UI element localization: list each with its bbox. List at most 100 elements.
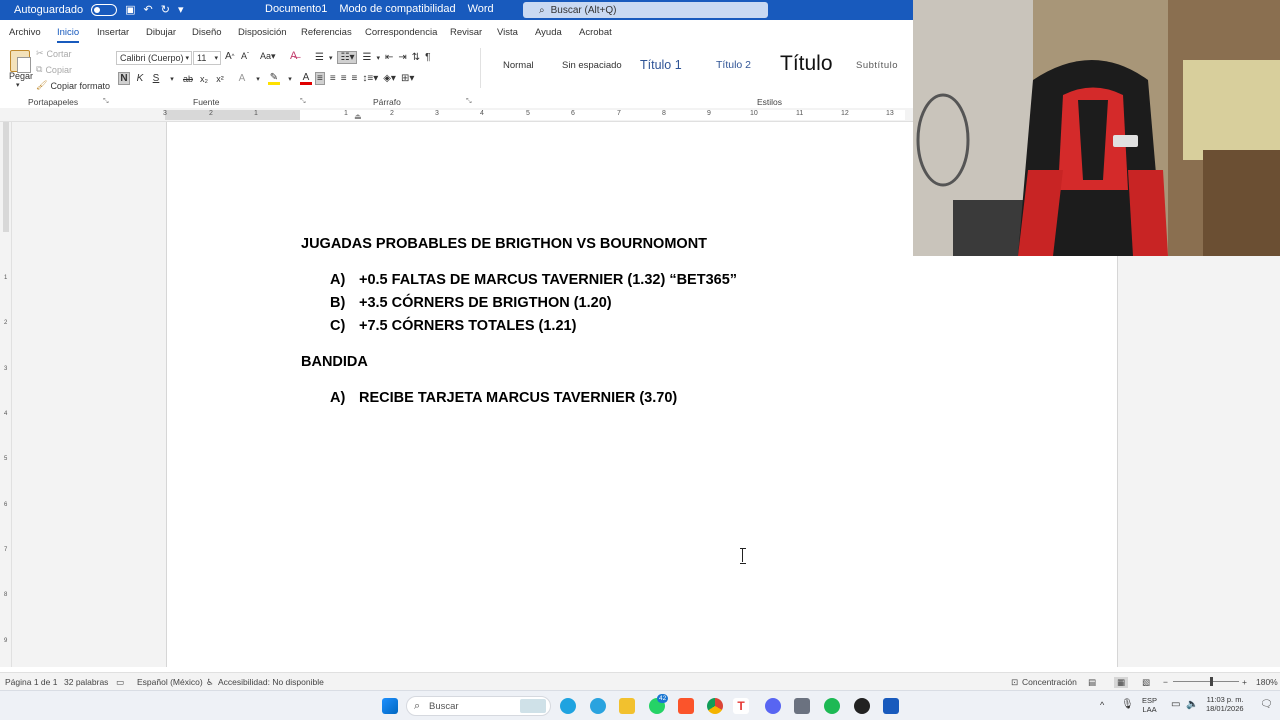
telegram-icon[interactable] [590, 698, 606, 714]
font-size-select[interactable]: 11 ▾ [193, 51, 221, 65]
spotify-icon[interactable] [824, 698, 840, 714]
show-marks-icon[interactable]: ¶ [425, 52, 430, 63]
windows-start-icon[interactable] [382, 698, 398, 714]
bullets-icon[interactable]: ☰ [315, 52, 324, 63]
justify-icon[interactable]: ≡ [352, 73, 358, 84]
line-spacing-icon[interactable]: ↕≡▾ [362, 73, 378, 84]
edge-icon[interactable] [560, 698, 576, 714]
paste-button[interactable]: Pegar [9, 71, 33, 81]
tray-chevron-icon[interactable]: ^ [1100, 701, 1104, 710]
autosave-toggle[interactable] [91, 3, 118, 16]
tab-ayuda[interactable]: Ayuda [535, 27, 562, 38]
tab-vista[interactable]: Vista [497, 27, 518, 38]
obs-icon[interactable] [854, 698, 870, 714]
zoom-slider-track[interactable] [1173, 681, 1239, 682]
zoom-slider-thumb[interactable] [1210, 677, 1213, 686]
vertical-ruler[interactable]: 1 2 3 4 5 6 7 8 9 [0, 122, 12, 667]
volume-icon[interactable]: 🔈 [1186, 700, 1198, 710]
calculator-icon[interactable] [794, 698, 810, 714]
focus-mode-button[interactable]: Concentración [1022, 677, 1077, 687]
zoom-level[interactable]: 180% [1256, 677, 1278, 687]
text-effects-icon[interactable]: A [236, 72, 248, 85]
superscript-icon[interactable]: x² [214, 72, 226, 85]
word-taskbar-icon[interactable] [883, 698, 899, 714]
multilevel-list-icon[interactable]: ☰ [362, 52, 371, 63]
paragraph-launcher-icon[interactable]: ⤡ [466, 98, 472, 106]
word-count[interactable]: 32 palabras [64, 677, 108, 687]
shading-icon[interactable]: ◈▾ [383, 73, 396, 84]
copy-button[interactable]: ⧉ Copiar [36, 64, 72, 75]
decrease-indent-icon[interactable]: ⇤ [385, 52, 393, 63]
list-item[interactable]: A) RECIBE TARJETA MARCUS TAVERNIER (3.70) [330, 390, 677, 406]
file-explorer-icon[interactable] [619, 698, 635, 714]
tab-archivo[interactable]: Archivo [9, 27, 41, 38]
zoom-out-button[interactable]: − [1163, 677, 1168, 687]
style-subtitulo[interactable]: Subtítulo [856, 60, 898, 71]
clock[interactable]: 11:03 p. m. 18/01/2026 [1206, 695, 1244, 713]
style-titulo-2[interactable]: Título 2 [716, 59, 751, 71]
style-sin-espaciado[interactable]: Sin espaciado [562, 60, 622, 71]
format-painter-button[interactable]: 🖌 Copiar formato [36, 80, 110, 91]
font-color-icon[interactable]: A [300, 72, 312, 85]
undo-icon[interactable]: ↶ [144, 3, 153, 16]
bold-button[interactable]: N [118, 72, 130, 85]
tab-inicio[interactable]: Inicio [57, 27, 80, 43]
underline-dropdown-icon[interactable]: ▾ [166, 72, 178, 85]
list-item[interactable]: A) +0.5 FALTAS DE MARCUS TAVERNIER (1.32)… [330, 272, 737, 288]
shrink-font-icon[interactable]: Aˇ [241, 51, 249, 61]
web-layout-icon[interactable]: ▧ [1142, 677, 1150, 688]
tab-dibujar[interactable]: Dibujar [146, 27, 176, 38]
notifications-icon[interactable]: 🗨 [1260, 700, 1273, 710]
highlight-icon[interactable]: ✎ [268, 72, 280, 85]
numbering-icon[interactable]: ☷▾ [337, 51, 358, 64]
align-left-icon[interactable]: ≡ [315, 72, 325, 85]
style-titulo-1[interactable]: Título 1 [640, 58, 682, 72]
input-language[interactable]: ESP LAA [1142, 696, 1157, 714]
tab-revisar[interactable]: Revisar [450, 27, 482, 38]
microphone-icon[interactable]: 🎙 [1121, 700, 1134, 710]
page-count[interactable]: Página 1 de 1 [5, 677, 57, 687]
style-normal[interactable]: Normal [503, 60, 534, 71]
align-right-icon[interactable]: ≡ [341, 73, 347, 84]
save-icon[interactable]: ▣ [125, 3, 135, 16]
underline-button[interactable]: S [150, 72, 162, 85]
paste-icon[interactable] [10, 50, 31, 73]
paste-dropdown-icon[interactable]: ▾ [16, 81, 20, 89]
text-effects-dropdown-icon[interactable]: ▾ [252, 72, 264, 85]
increase-indent-icon[interactable]: ⇥ [398, 52, 406, 63]
language-indicator[interactable]: Español (México) [137, 677, 203, 687]
change-case-icon[interactable]: Aa▾ [260, 51, 276, 62]
multilevel-dropdown-icon[interactable]: ▾ [376, 54, 380, 62]
title-search-box[interactable]: ⌕ Buscar (Alt+Q) [523, 2, 768, 18]
highlight-dropdown-icon[interactable]: ▾ [284, 72, 296, 85]
accessibility-status[interactable]: Accesibilidad: No disponible [218, 677, 324, 687]
doc-heading-jugadas[interactable]: JUGADAS PROBABLES DE BRIGTHON VS BOURNOM… [301, 236, 707, 252]
borders-icon[interactable]: ⊞▾ [401, 73, 414, 84]
chrome-icon[interactable] [707, 698, 723, 714]
clipboard-launcher-icon[interactable]: ⤡ [103, 98, 109, 106]
zoom-in-button[interactable]: + [1242, 677, 1247, 687]
tab-acrobat[interactable]: Acrobat [579, 27, 612, 38]
indent-marker-icon[interactable]: ⏏ [354, 112, 362, 121]
list-item[interactable]: B) +3.5 CÓRNERS DE BRIGTHON (1.20) [330, 295, 612, 311]
font-launcher-icon[interactable]: ⤡ [300, 98, 306, 106]
font-name-select[interactable]: Calibri (Cuerpo) ▾ [116, 51, 192, 65]
doc-heading-bandida[interactable]: BANDIDA [301, 354, 368, 370]
grow-font-icon[interactable]: A ^ [225, 51, 235, 62]
list-item[interactable]: C) +7.5 CÓRNERS TOTALES (1.21) [330, 318, 576, 334]
brave-icon[interactable] [678, 698, 694, 714]
proofing-icon[interactable]: ▭ [116, 677, 124, 688]
discord-icon[interactable] [765, 698, 781, 714]
focus-icon[interactable]: ⊡ [1011, 677, 1018, 688]
bullets-dropdown-icon[interactable]: ▾ [329, 54, 333, 62]
sort-icon[interactable]: ⇅ [412, 52, 420, 63]
tab-referencias[interactable]: Referencias [301, 27, 352, 38]
subscript-icon[interactable]: x₂ [198, 72, 210, 85]
tab-diseno[interactable]: Diseño [192, 27, 222, 38]
taskbar-search[interactable]: ⌕ Buscar [406, 696, 551, 716]
strikethrough-icon[interactable]: ab [182, 72, 194, 85]
typewise-icon[interactable]: T [733, 698, 749, 714]
cut-button[interactable]: ✂ Cortar [36, 48, 72, 59]
redo-icon[interactable]: ↻ [161, 3, 170, 16]
style-titulo[interactable]: Título [780, 52, 833, 76]
